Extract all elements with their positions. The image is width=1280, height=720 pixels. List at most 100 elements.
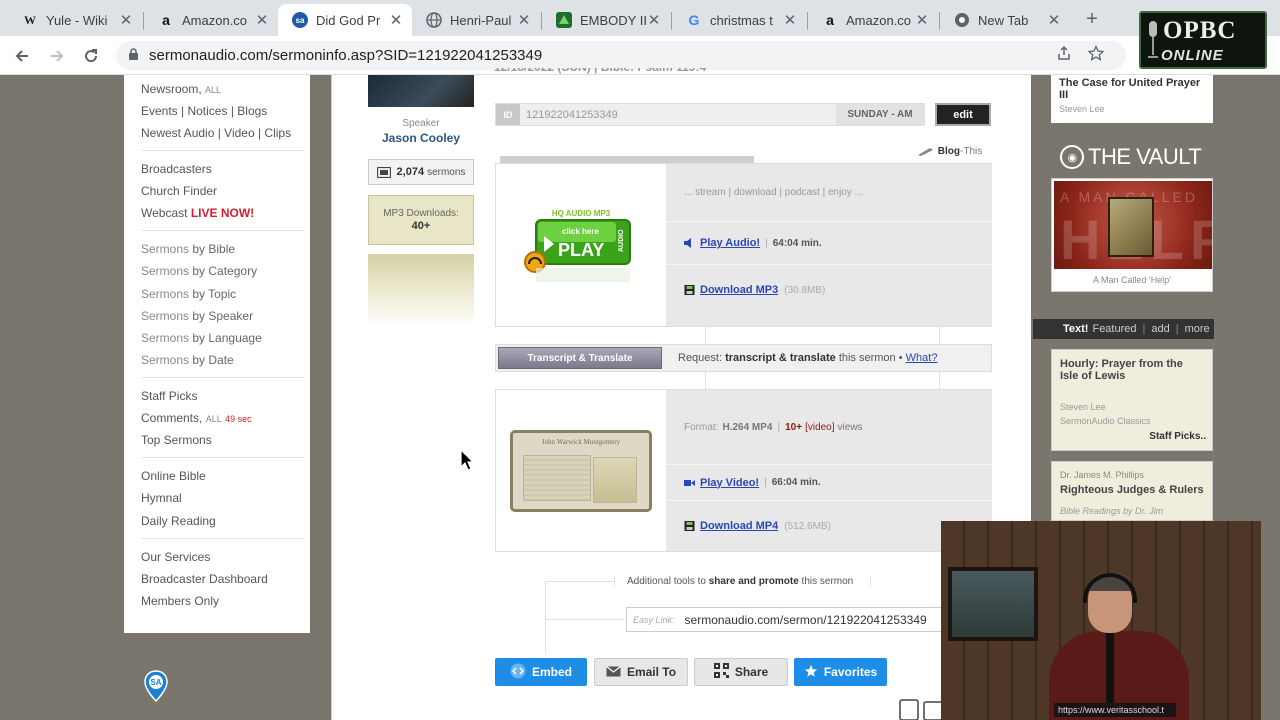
transcript-translate-button[interactable]: Transcript & Translate <box>498 347 662 369</box>
tab-title: Henri-Paul <box>450 12 512 28</box>
forward-button[interactable] <box>45 44 69 68</box>
tab-embody[interactable]: EMBODY II ✕ <box>542 4 670 36</box>
share-button[interactable]: Share <box>694 658 788 686</box>
nav-broadcaster-dashboard[interactable]: Broadcaster Dashboard <box>141 572 268 586</box>
download-mp4-link[interactable]: Download MP4 <box>700 520 778 532</box>
nav-sermons-by-topic[interactable]: Sermons by Topic <box>141 287 236 301</box>
phillips-card[interactable]: Dr. James M. Phillips Righteous Judges &… <box>1051 461 1213 521</box>
nav-our-services[interactable]: Our Services <box>141 550 210 564</box>
sermonaudio-icon: sa <box>292 12 308 28</box>
tab-amazon-2[interactable]: a Amazon.co ✕ <box>808 4 938 36</box>
tab-new-tab[interactable]: New Tab ✕ <box>940 4 1070 36</box>
play-video-link[interactable]: Play Video! <box>700 477 759 489</box>
play-audio-badge[interactable]: HQ AUDIO MP3 click here PLAY AUDIO <box>520 204 640 289</box>
nav-label: Newsroom, <box>141 82 202 96</box>
new-tab-button[interactable]: + <box>1082 8 1102 31</box>
nav-divider <box>141 230 304 231</box>
globe-icon <box>426 12 442 28</box>
close-tab-icon[interactable]: ✕ <box>516 11 532 29</box>
easy-link-field[interactable]: Easy Link: sermonaudio.com/sermon/121922… <box>626 607 946 632</box>
tab-wikipedia[interactable]: W Yule - Wiki ✕ <box>8 4 142 36</box>
arrow-right-icon <box>51 50 64 62</box>
edit-button[interactable]: edit <box>935 103 991 126</box>
nav-broadcasters[interactable]: Broadcasters <box>141 162 212 176</box>
what-link[interactable]: What? <box>906 352 938 364</box>
tab-google-christmas[interactable]: G christmas t ✕ <box>672 4 806 36</box>
hourly-prayer-card[interactable]: Hourly: Prayer from the Isle of Lewis St… <box>1051 349 1213 451</box>
tab-title: New Tab <box>978 12 1029 28</box>
the-vault-heading[interactable]: ◉ THE VAULT <box>1060 144 1202 170</box>
play-audio-link[interactable]: Play Audio! <box>700 237 760 249</box>
close-tab-icon[interactable]: ✕ <box>254 11 270 29</box>
chrome-icon <box>954 12 970 28</box>
nav-sermons-by-category[interactable]: Sermons by Category <box>141 264 257 278</box>
speaker-name-link[interactable]: Jason Cooley <box>368 131 474 145</box>
hourly-sub: SermonAudio Classics <box>1060 416 1151 426</box>
nav-newest-audio[interactable]: Newest Audio | Video | Clips <box>141 126 291 140</box>
tab-amazon[interactable]: a Amazon.co ✕ <box>144 4 278 36</box>
nav-church-finder[interactable]: Church Finder <box>141 184 217 198</box>
share-page-icon[interactable] <box>1056 45 1072 66</box>
reload-icon <box>85 49 98 63</box>
url-text: sermonaudio.com/sermoninfo.asp?SID=12192… <box>149 47 543 64</box>
back-button[interactable] <box>10 44 34 68</box>
nav-events[interactable]: Events | Notices | Blogs <box>141 104 267 118</box>
nav-top-sermons[interactable]: Top Sermons <box>141 433 212 447</box>
close-tab-icon[interactable]: ✕ <box>388 11 404 29</box>
webcam-picture-frame <box>948 567 1038 641</box>
nav-sermons-by-language[interactable]: Sermons by Language <box>141 331 262 345</box>
nav-sermons-by-bible[interactable]: Sermons by Bible <box>141 242 235 256</box>
bookmark-star-icon[interactable] <box>1087 44 1105 66</box>
close-tab-icon[interactable]: ✕ <box>1046 11 1062 29</box>
favorites-button[interactable]: Favorites <box>794 658 887 686</box>
views-suffix: views <box>837 421 863 433</box>
nav-label: by Language <box>192 331 262 345</box>
address-bar[interactable]: sermonaudio.com/sermoninfo.asp?SID=12192… <box>116 41 1126 70</box>
tab-sermonaudio[interactable]: sa Did God Pr ✕ <box>278 4 412 36</box>
views-count: 10+ <box>785 421 803 433</box>
nav-hymnal[interactable]: Hymnal <box>141 491 182 505</box>
featured-link[interactable]: Featured <box>1092 323 1136 335</box>
download-mp3-link[interactable]: Download MP3 <box>700 284 778 296</box>
separator: | <box>765 237 768 249</box>
vault-card[interactable]: A MAN CALLED HELP A Man Called 'Help' <box>1051 178 1213 292</box>
close-tab-icon[interactable]: ✕ <box>914 11 930 29</box>
nav-staff-picks[interactable]: Staff Picks <box>141 389 197 403</box>
nav-online-bible[interactable]: Online Bible <box>141 469 206 483</box>
video-thumbnail[interactable]: John Warwick Montgomery <box>510 430 652 512</box>
left-navigation: Newsroom, ALL Events | Notices | Blogs N… <box>124 75 310 633</box>
code-icon <box>510 663 526 682</box>
connector-line <box>705 327 706 344</box>
separator: | <box>1175 323 1179 335</box>
speaker-photo[interactable] <box>368 75 474 107</box>
phillips-author: Dr. James M. Phillips <box>1060 470 1145 480</box>
connector-line <box>545 581 546 653</box>
sermon-count-button[interactable]: 2,074 sermons <box>368 159 474 185</box>
staff-picks-link[interactable]: Staff Picks.. <box>1149 431 1206 442</box>
close-tab-icon[interactable]: ✕ <box>118 11 134 29</box>
reload-button[interactable] <box>79 44 103 68</box>
featured-sermon-card[interactable]: The Case for United Prayer III Steven Le… <box>1051 75 1213 123</box>
tab-henri-paul[interactable]: Henri-Paul ✕ <box>412 4 540 36</box>
embed-label: Embed <box>531 665 572 679</box>
close-tab-icon[interactable]: ✕ <box>646 11 662 29</box>
nav-sermons-by-date[interactable]: Sermons by Date <box>141 353 234 367</box>
nav-newsroom[interactable]: Newsroom, ALL <box>141 82 221 96</box>
phillips-sub: Bible Readings by Dr. Jim <box>1060 506 1164 516</box>
nav-sermons-by-speaker[interactable]: Sermons by Speaker <box>141 309 253 323</box>
tab-bar: W Yule - Wiki ✕ a Amazon.co ✕ sa Did God… <box>0 0 1280 36</box>
embed-button[interactable]: Embed <box>495 658 587 686</box>
email-to-button[interactable]: Email To <box>594 658 688 686</box>
views-type: [video] <box>805 421 835 433</box>
nav-members-only[interactable]: Members Only <box>141 594 219 608</box>
more-link[interactable]: more <box>1185 323 1210 335</box>
blog-this-link[interactable]: Blog-This <box>917 146 982 157</box>
add-link[interactable]: add <box>1151 323 1169 335</box>
close-tab-icon[interactable]: ✕ <box>782 11 798 29</box>
nav-daily-reading[interactable]: Daily Reading <box>141 514 216 528</box>
nav-comments[interactable]: Comments, ALL 49 sec <box>141 411 252 425</box>
location-pin-icon[interactable]: SA <box>144 670 168 702</box>
nav-webcast[interactable]: Webcast LIVE NOW! <box>141 206 254 220</box>
nav-prefix: Sermons <box>141 309 190 323</box>
tab-title: Amazon.co <box>182 12 248 28</box>
